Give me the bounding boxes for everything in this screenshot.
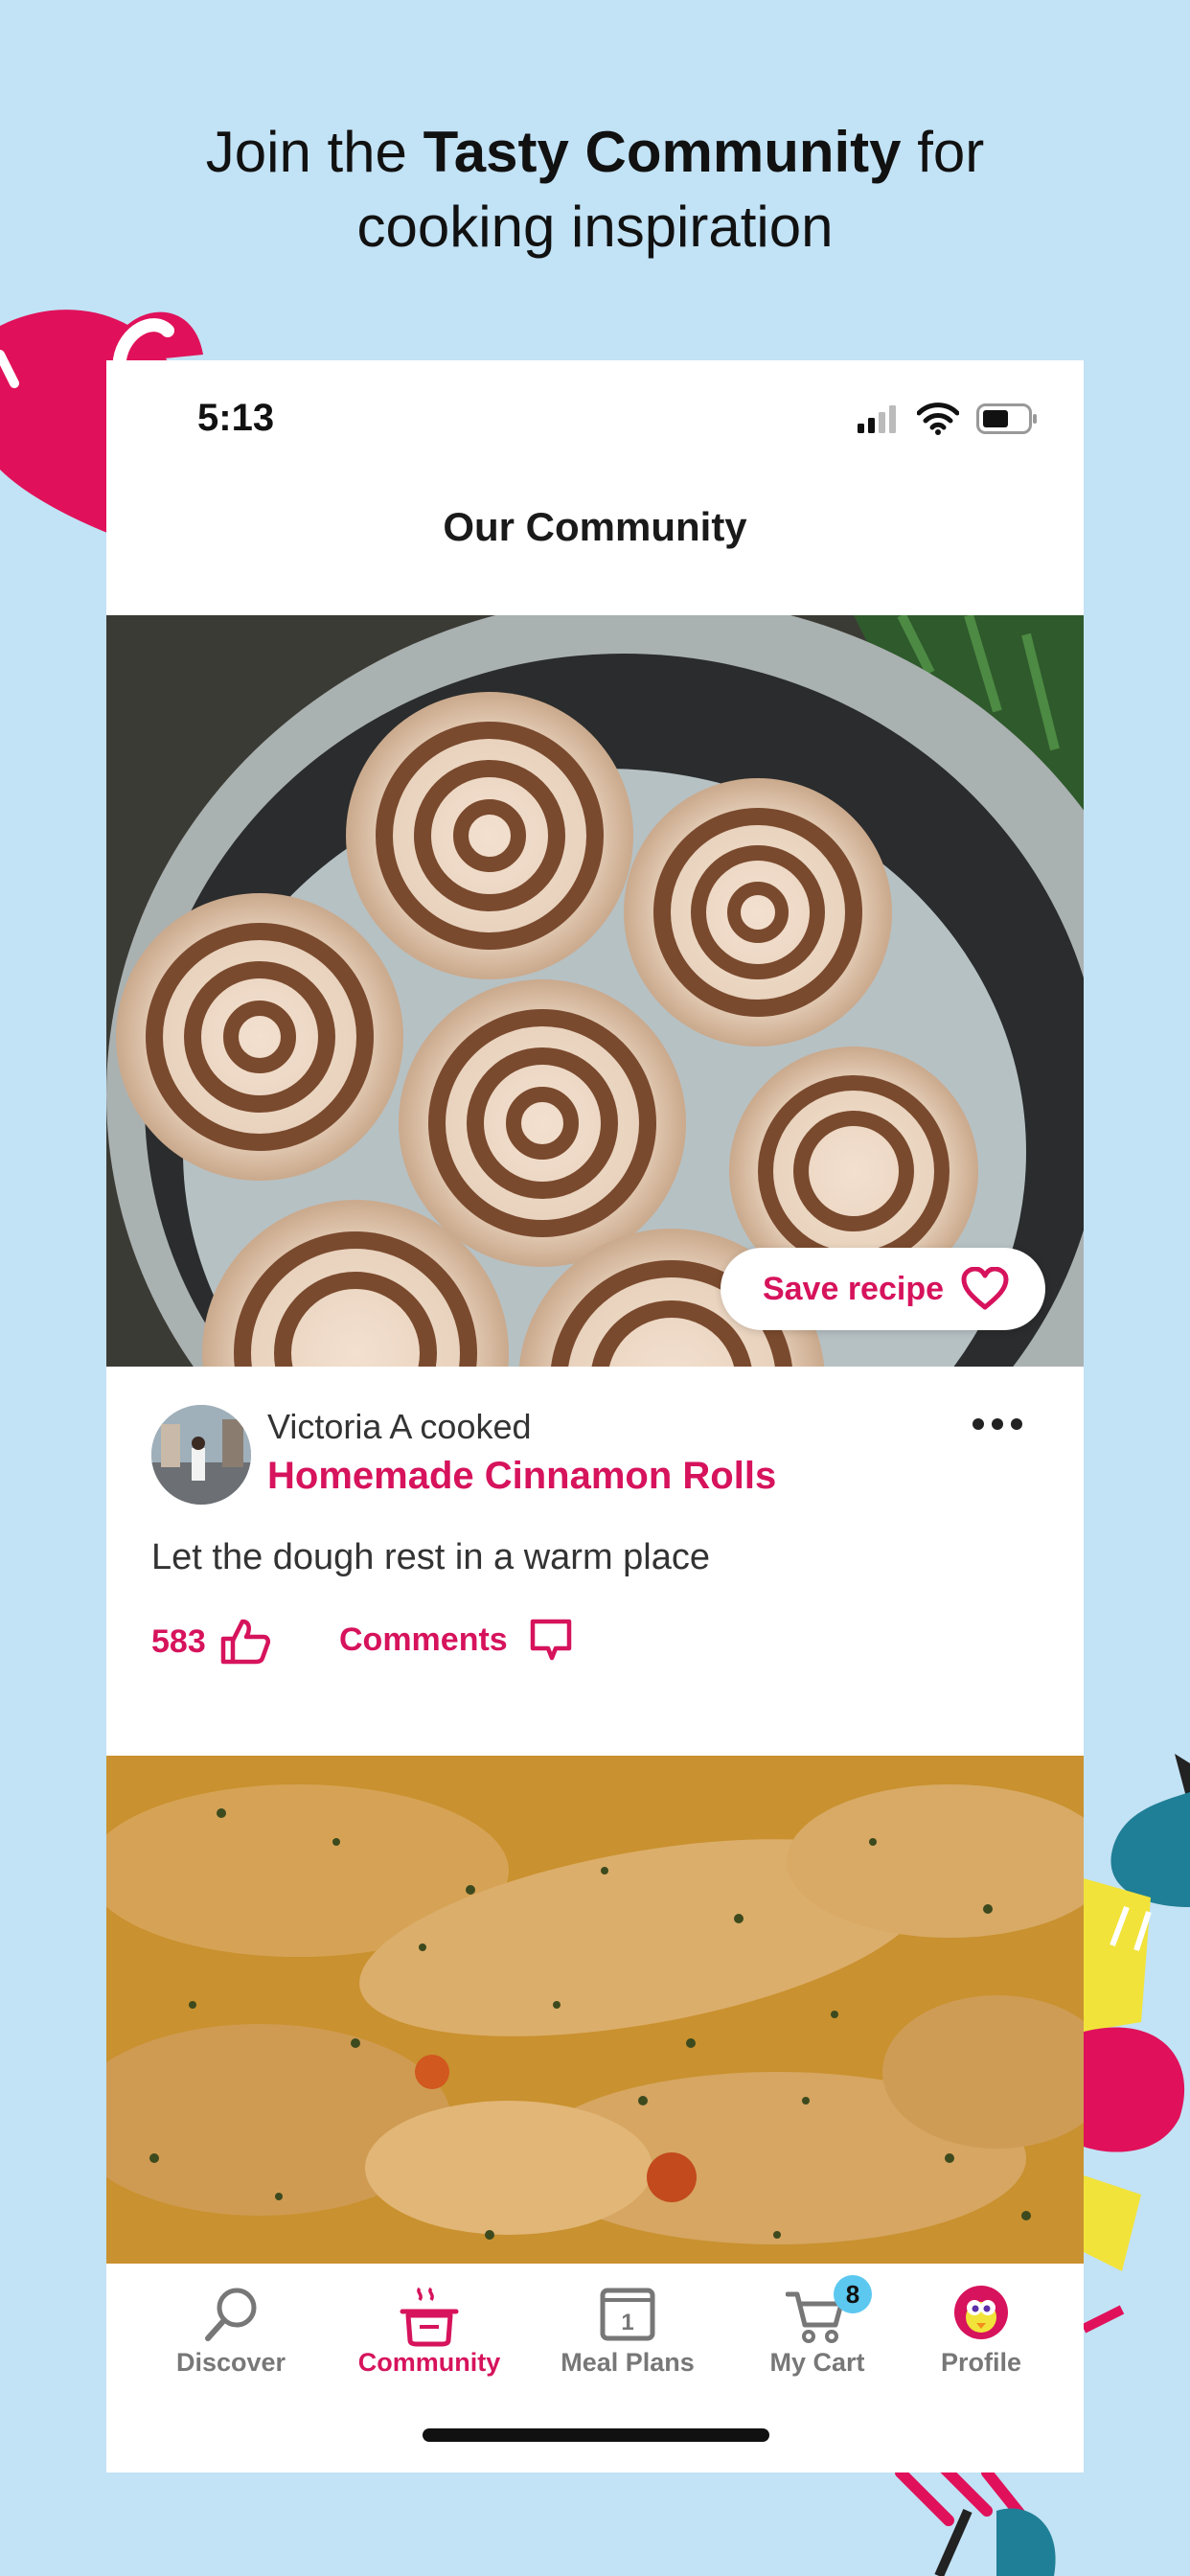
community-post: Victoria A cooked Homemade Cinnamon Roll… — [106, 1367, 1084, 1750]
search-icon — [205, 2288, 257, 2341]
pot-icon — [400, 2287, 459, 2347]
tab-my-cart-label: My Cart — [769, 2348, 865, 2377]
wifi-icon — [917, 402, 959, 435]
tab-meal-plans[interactable]: 1 Meal Plans — [537, 2264, 719, 2398]
tab-my-cart[interactable]: 8 My Cart — [726, 2264, 908, 2398]
headline-suffix: for — [901, 120, 985, 184]
avatar-icon — [954, 2286, 1008, 2339]
tab-discover[interactable]: Discover — [140, 2264, 322, 2398]
page-title: Our Community — [443, 504, 747, 549]
comments-label: Comments — [339, 1621, 508, 1658]
chicken-dish-image — [106, 1756, 1084, 2267]
avatar[interactable] — [151, 1405, 251, 1505]
cellular-signal-icon — [858, 405, 896, 433]
bottom-tab-bar: Discover Community 1 Meal Plans 8 My Car… — [106, 2264, 1084, 2472]
headline-line-1: Join the Tasty Community for — [0, 115, 1190, 190]
thumbs-up-icon — [220, 1619, 270, 1665]
status-time: 5:13 — [197, 397, 275, 439]
tab-profile[interactable]: Profile — [890, 2264, 1072, 2398]
headline-bold: Tasty Community — [423, 120, 902, 184]
tab-discover-label: Discover — [175, 2348, 286, 2377]
post-caption: Let the dough rest in a warm place — [151, 1537, 711, 1577]
headline-prefix: Join the — [205, 120, 423, 184]
battery-icon — [976, 403, 1037, 434]
calendar-icon: 1 — [600, 2288, 655, 2341]
cart-count-badge: 8 — [834, 2275, 872, 2313]
comment-bubble-icon — [530, 1619, 571, 1661]
like-count: 583 — [151, 1622, 206, 1660]
headline-line-2: cooking inspiration — [356, 195, 834, 259]
app-screen: 5:13 Our Community Save recipe Victoria … — [106, 360, 1084, 2472]
more-options-icon[interactable] — [969, 1405, 1026, 1443]
tab-community-label: Community — [357, 2348, 501, 2377]
post-author-action: Victoria A cooked — [267, 1407, 532, 1446]
post-photo-second[interactable] — [106, 1756, 1084, 2267]
save-recipe-button[interactable]: Save recipe — [720, 1248, 1045, 1330]
comments-button[interactable]: Comments — [339, 1618, 573, 1662]
svg-text:1: 1 — [621, 2310, 633, 2335]
promo-headline: Join the Tasty Community for cooking ins… — [0, 115, 1190, 264]
tab-meal-plans-label: Meal Plans — [561, 2348, 695, 2377]
status-icons — [858, 402, 1038, 435]
recipe-title-link[interactable]: Homemade Cinnamon Rolls — [267, 1455, 776, 1498]
tab-community[interactable]: Community — [338, 2264, 520, 2398]
like-button[interactable]: 583 — [151, 1618, 271, 1666]
tab-profile-label: Profile — [940, 2348, 1022, 2377]
decorative-radish-shape — [1084, 1754, 1190, 2334]
author-avatar-image — [151, 1405, 251, 1505]
status-bar: 5:13 — [106, 360, 1084, 475]
heart-icon — [961, 1267, 1009, 1310]
save-recipe-label: Save recipe — [762, 1270, 944, 1307]
home-indicator[interactable] — [423, 2428, 769, 2442]
